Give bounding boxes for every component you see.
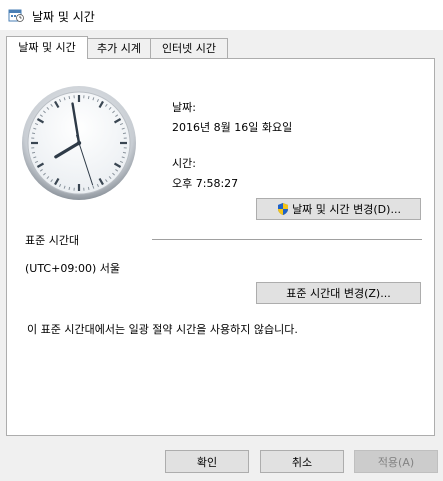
clock-minute-tick (87, 95, 90, 100)
uac-shield-icon (276, 202, 290, 216)
clock-center (76, 140, 82, 146)
ok-button[interactable]: 확인 (165, 450, 249, 473)
change-timezone-button[interactable]: 표준 시간대 변경(Z)... (256, 282, 421, 304)
clock-minute-tick (68, 95, 71, 100)
tab-internet-time[interactable]: 인터넷 시간 (150, 38, 228, 58)
window-title: 날짜 및 시간 (32, 10, 95, 24)
change-date-time-button[interactable]: 날짜 및 시간 변경(D)... (256, 198, 421, 220)
clock-minute-tick (31, 132, 36, 135)
clock-minute-tick (87, 186, 90, 191)
tab-panel: 날짜: 2016년 8월 16일 화요일 시간: 오후 7:58:27 날짜 및… (6, 58, 435, 436)
clock-minute-tick (122, 132, 127, 135)
title-bar: 날짜 및 시간 (0, 0, 443, 30)
clock-minute-tick (31, 151, 36, 154)
tab-date-time[interactable]: 날짜 및 시간 (6, 36, 88, 59)
timezone-divider (152, 239, 422, 240)
clock-minute-tick (122, 151, 127, 154)
timezone-header: 표준 시간대 (25, 234, 80, 247)
apply-button[interactable]: 적용(A) (354, 450, 438, 473)
time-label: 시간: (172, 157, 196, 170)
date-time-icon (8, 7, 24, 23)
change-date-time-label: 날짜 및 시간 변경(D)... (292, 203, 401, 216)
tab-additional-clocks[interactable]: 추가 시계 (87, 38, 151, 58)
analog-clock (21, 85, 137, 204)
dst-note: 이 표준 시간대에서는 일광 절약 시간을 사용하지 않습니다. (27, 323, 298, 336)
time-value: 오후 7:58:27 (172, 177, 239, 190)
cancel-button[interactable]: 취소 (260, 450, 344, 473)
timezone-value: (UTC+09:00) 서울 (25, 262, 121, 275)
date-label: 날짜: (172, 101, 196, 114)
date-value: 2016년 8월 16일 화요일 (172, 121, 293, 134)
clock-minute-tick (68, 186, 71, 191)
